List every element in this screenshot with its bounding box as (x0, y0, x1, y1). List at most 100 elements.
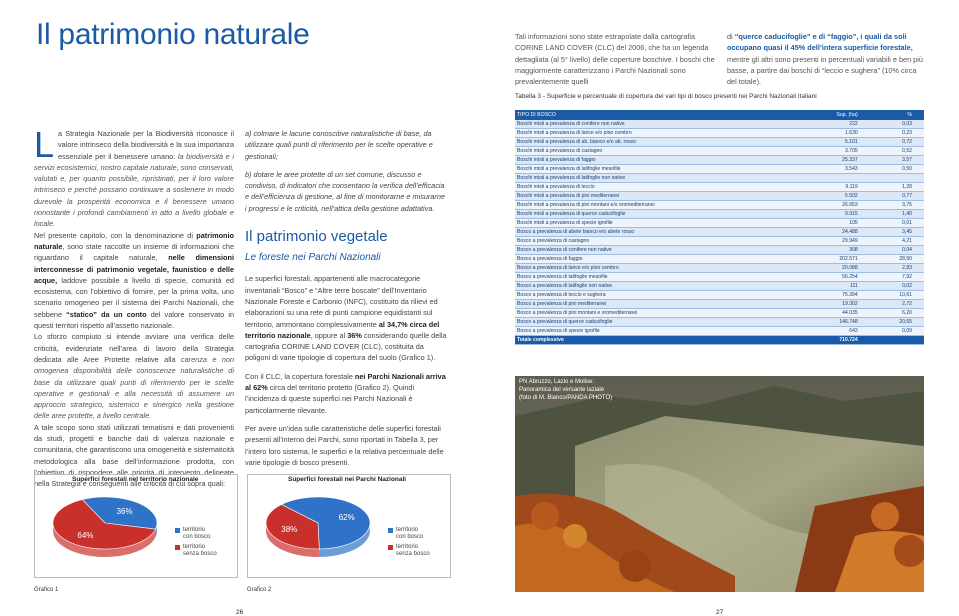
table-row: Boschi misti a prevalenza di leccio 9.119… (515, 182, 924, 192)
table-cell-percent: 10,61 (869, 290, 924, 300)
table-cell-type: Boschi misti a prevalenza di pini montan… (515, 200, 799, 210)
table-cell-type: Bosco a prevalenza di leccio e sughera (515, 290, 799, 300)
chart-1-pie: 36% 64% (52, 496, 158, 557)
left-p1-b: la biodiversità e i servizi ecosistemici… (34, 151, 234, 229)
table-cell-percent: 0,23 (869, 128, 924, 138)
mid-item-b: b) dotare le aree protette di un set com… (245, 169, 445, 213)
table-cell-type: Bosco a prevalenza di latifoglie mesofil… (515, 272, 799, 282)
table-cell-area: 20.088 (798, 263, 870, 273)
table-row: Boschi misti a prevalenza di faggio 25.33… (515, 155, 924, 165)
left-paragraph-1: La Strategia Nazionale per la Biodiversi… (34, 127, 234, 230)
mid-paragraph-1: Le superfici forestali, appartenenti all… (245, 273, 447, 363)
table-cell-type: Boschi misti a prevalenza di pini medite… (515, 191, 799, 201)
table-cell-percent: 0,52 (869, 146, 924, 156)
page-number-left: 26 (236, 609, 244, 616)
table-cell-percent: 20,65 (869, 317, 924, 327)
mid-p2-c: circa del territorio protetto (Grafico 2… (245, 383, 415, 415)
table-cell-percent: 6,20 (869, 308, 924, 318)
table-cell-type: Boschi misti a prevalenza di leccio (515, 182, 799, 192)
table-total-cell: 710.724 (798, 335, 870, 345)
table-cell-percent: 1,40 (869, 209, 924, 219)
table-cell-type: Bosco a prevalenza di latifoglie non nat… (515, 281, 799, 291)
table-cell-percent: 0,04 (869, 245, 924, 255)
photo-caption-line-1: PN Abruzzo, Lazio e Molise: (519, 379, 595, 385)
page-title: Il patrimonio naturale (36, 18, 310, 51)
table-row: Bosco a prevalenza di leccio e sughera 75… (515, 290, 924, 300)
table-row: Bosco a prevalenza di pini montani e oro… (515, 308, 924, 318)
table-cell-type: Boschi misti a prevalenza di latifoglie … (515, 164, 799, 174)
left-paragraph-3: Lo sforzo compiuto si intende avviare un… (34, 331, 234, 421)
table-cell-type: Boschi misti a prevalenza di querce cadu… (515, 209, 799, 219)
table-header-row: TIPO DI BOSCO Sup. (ha) % (515, 110, 924, 120)
table-cell-type: Bosco a prevalenza di pini montani e oro… (515, 308, 799, 318)
table-cell-percent: 4,21 (869, 236, 924, 246)
legend-label-with-b: con bosco (183, 534, 211, 540)
intro-right-pre: di (727, 32, 735, 41)
table-row: Boschi misti a prevalenza di pini montan… (515, 200, 924, 210)
landscape-illustration (515, 376, 924, 592)
table-cell-area: 3.705 (798, 146, 870, 156)
table-cell-area: 202.571 (798, 254, 870, 264)
intro-right-post: mentre gli altri sono presenti in percen… (727, 54, 923, 87)
chart-1-caption: Grafico 1 (34, 587, 59, 593)
table-row: Boschi misti a prevalenza di latifoglie … (515, 164, 924, 174)
table-cell-percent: 3,45 (869, 227, 924, 237)
mid-paragraph-2: Con il CLC, la copertura forestale nei P… (245, 371, 447, 416)
table-cell-area: 222 (798, 120, 870, 129)
legend-label-without-b: senza bosco (396, 551, 430, 557)
photo-caption-line-2: Panoramica del versante laziale (519, 387, 605, 393)
table-cell-area: 105 (798, 218, 870, 228)
table-cell-type: Bosco a prevalenza di faggio (515, 254, 799, 264)
table-cell-type: Boschi misti a prevalenza di latifoglie … (515, 173, 799, 183)
pie-slice-label: 38% (281, 525, 297, 534)
table-row: Boschi misti a prevalenza di pini medite… (515, 191, 924, 201)
table-cell-percent: 2,83 (869, 263, 924, 273)
table-cell-percent: 28,50 (869, 254, 924, 264)
table-row: Bosco a prevalenza di conifere non nativ… (515, 245, 924, 255)
table-cell-area: 24.488 (798, 227, 870, 237)
legend-swatch-blue (388, 528, 393, 533)
table-row: Boschi misti a prevalenza di specie igro… (515, 218, 924, 228)
table-header-percent: % (869, 110, 924, 120)
table-cell-area: 26.653 (798, 200, 870, 210)
table-cell-percent: 0,50 (869, 164, 924, 174)
section-subtitle: Le foreste nei Parchi Nazionali (245, 252, 381, 264)
table-cell-percent: 3,57 (869, 155, 924, 165)
table-row: Boschi misti a prevalenza di larice e/o … (515, 128, 924, 138)
table-cell-type: Boschi misti a prevalenza di faggio (515, 155, 799, 165)
table-cell-area: 5.502 (798, 191, 870, 201)
intro-mid-text: Tali informazioni sono state estrapolate… (515, 32, 715, 87)
intro-right-bold: “querce caducifoglie” e di “faggio”, i q… (727, 32, 913, 53)
table-row: Bosco a prevalenza di abete bianco e/o a… (515, 227, 924, 237)
left-p2-a: Nel presente capitolo, con la denominazi… (34, 230, 197, 240)
mid-p2-a: Con il CLC, la copertura forestale (245, 371, 355, 381)
table-cell-area: 25.337 (798, 155, 870, 165)
table-row: Bosco a prevalenza di castagno 29.949 4,21 (515, 236, 924, 246)
pie-slice-label: 62% (339, 513, 355, 522)
table-total-cell: Totale complessivo (515, 335, 799, 345)
legend-label-with-b: con bosco (396, 534, 424, 540)
table-cell-percent: 2,72 (869, 299, 924, 309)
table-cell-area: 111 (798, 281, 870, 291)
mid-paragraph-3: Per avere un’idea sulle caratteristiche … (245, 423, 444, 467)
table-cell-percent: 3,75 (869, 200, 924, 210)
table-cell-area: 146.748 (798, 317, 870, 327)
chart-1-legend-item-without: territorio senza bosco (175, 544, 217, 558)
chart-1-legend: territorio con bosco territorio senza bosc… (175, 527, 217, 561)
page-number-right: 27 (716, 609, 724, 616)
table-cell-type: Bosco a prevalenza di castagno (515, 236, 799, 246)
table-cell-type: Boschi misti a prevalenza di ab. bianco … (515, 137, 799, 147)
chart-2-legend: territorio con bosco territorio senza bosc… (388, 527, 430, 561)
table-cell-area: 29.949 (798, 236, 870, 246)
legend-swatch-blue (175, 528, 180, 533)
chart-1: 36% 64% territorio con bosco territorio sen… (34, 474, 238, 578)
table-cell-percent: 1,28 (869, 182, 924, 192)
legend-label-without-b: senza bosco (183, 551, 217, 557)
table-row: Bosco a prevalenza di specie igrofile 643… (515, 326, 924, 336)
legend-label-without-a: territorio (183, 544, 206, 550)
left-paragraph-2: Nel presente capitolo, con la denominazi… (34, 230, 234, 332)
table-cell-area (798, 173, 870, 183)
table-cell-percent: 0,72 (869, 137, 924, 147)
legend-swatch-red (175, 545, 180, 550)
table-cell-area: 19.302 (798, 299, 870, 309)
